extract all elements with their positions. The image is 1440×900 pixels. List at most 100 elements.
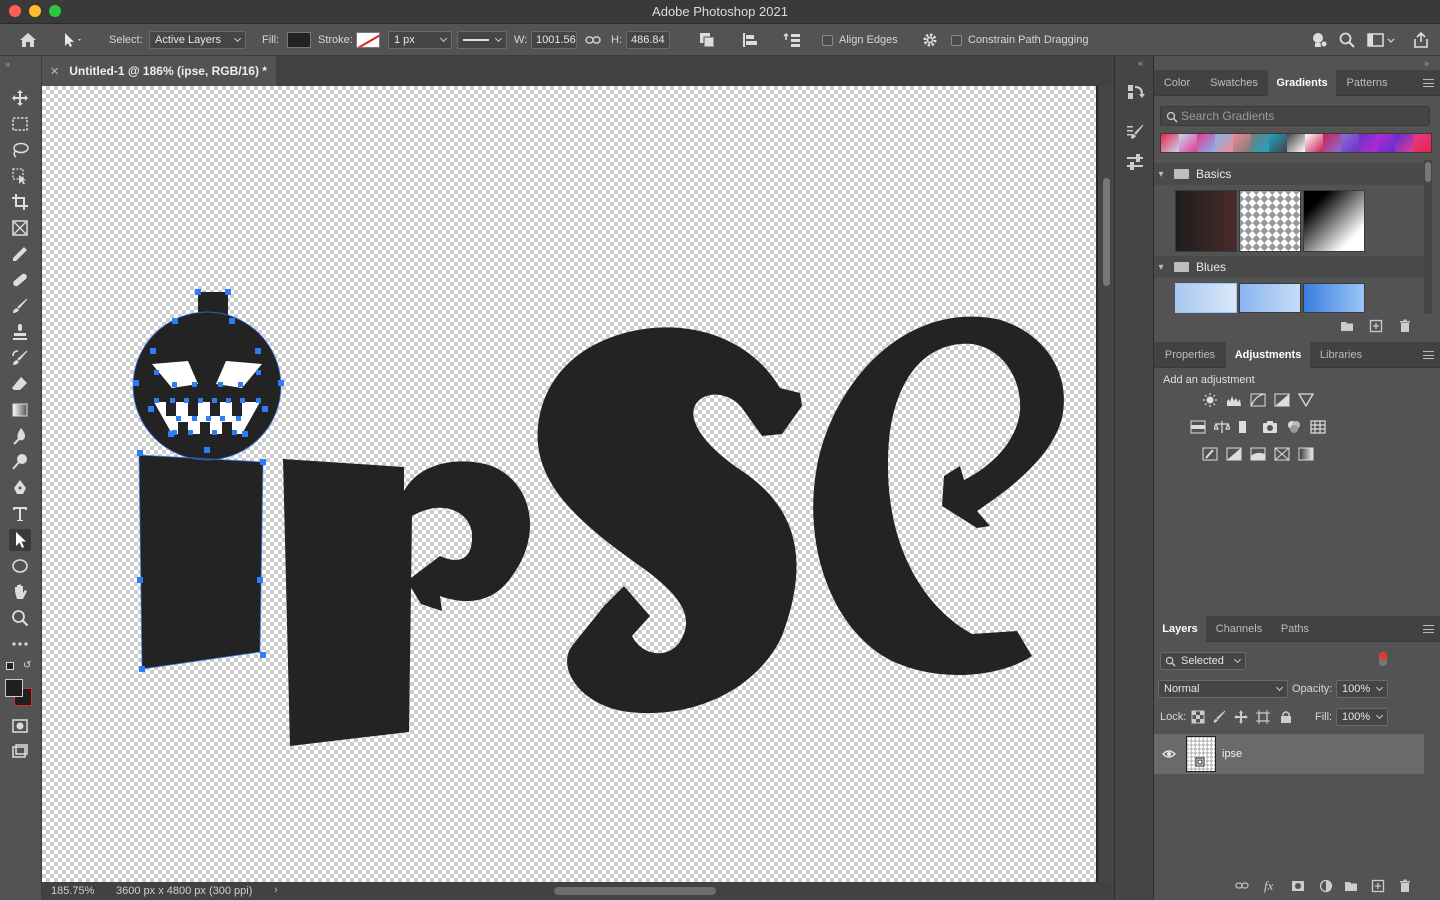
posterize-icon[interactable] — [1226, 447, 1242, 461]
constrain-path-checkbox-box[interactable] — [951, 34, 962, 46]
close-document-icon[interactable]: ✕ — [50, 65, 59, 78]
tab-layers[interactable]: Layers — [1154, 616, 1206, 642]
eyedropper-tool[interactable] — [9, 243, 31, 265]
tab-color[interactable]: Color — [1154, 70, 1200, 96]
path-alignment-button[interactable] — [741, 24, 759, 56]
fill-opacity-field[interactable]: 100% — [1336, 708, 1388, 726]
new-group-folder-icon[interactable] — [1340, 319, 1354, 333]
align-edges-checkbox[interactable]: Align Edges — [822, 24, 898, 56]
gradient-group-basics[interactable]: ▾ Basics — [1154, 163, 1424, 185]
blur-tool[interactable] — [9, 425, 31, 447]
black-white-icon[interactable] — [1238, 420, 1254, 434]
move-tool[interactable] — [9, 87, 31, 109]
path-arrangement-button[interactable] — [783, 24, 803, 56]
ellipse-tool[interactable] — [9, 555, 31, 577]
filter-toggle-switch[interactable] — [1379, 652, 1387, 666]
lock-image-pixels-icon[interactable] — [1213, 710, 1227, 724]
object-selection-tool[interactable] — [9, 165, 31, 187]
document-canvas[interactable]: ipse — [42, 86, 1096, 882]
gradient-swatch[interactable] — [1175, 190, 1237, 252]
share-button[interactable] — [1412, 24, 1430, 56]
tab-swatches[interactable]: Swatches — [1200, 70, 1268, 96]
learn-button[interactable] — [1310, 24, 1328, 56]
preset-gradient[interactable] — [1179, 134, 1197, 152]
document-tab[interactable]: ✕ Untitled-1 @ 186% (ipse, RGB/16) * — [42, 56, 276, 86]
ipse-artwork[interactable]: ipse — [42, 86, 1096, 882]
new-adjustment-layer-icon[interactable] — [1319, 879, 1333, 893]
link-dimensions-button[interactable] — [585, 24, 601, 56]
zoom-level[interactable]: 185.75% — [51, 885, 94, 897]
delete-layer-icon[interactable] — [1398, 879, 1412, 893]
threshold-icon[interactable] — [1250, 447, 1266, 461]
tab-adjustments[interactable]: Adjustments — [1226, 342, 1310, 368]
eye-icon[interactable] — [1162, 748, 1176, 760]
preset-gradient[interactable] — [1395, 134, 1413, 152]
new-group-icon[interactable] — [1344, 879, 1358, 893]
lock-position-icon[interactable] — [1234, 710, 1248, 724]
clone-stamp-tool[interactable] — [9, 321, 31, 343]
new-gradient-icon[interactable] — [1369, 319, 1383, 333]
marquee-tool[interactable] — [9, 113, 31, 135]
tab-patterns[interactable]: Patterns — [1336, 70, 1398, 96]
gradient-tool[interactable] — [9, 399, 31, 421]
trash-icon[interactable] — [1398, 319, 1412, 333]
vibrance-icon[interactable] — [1298, 393, 1314, 407]
preset-gradient[interactable] — [1233, 134, 1251, 152]
zoom-tool[interactable] — [9, 607, 31, 629]
levels-icon[interactable] — [1226, 393, 1242, 407]
tab-paths[interactable]: Paths — [1272, 616, 1318, 642]
height-field[interactable]: 486.84 — [626, 31, 670, 49]
workspace-switcher[interactable] — [1367, 24, 1397, 56]
preset-gradient[interactable] — [1215, 134, 1233, 152]
direct-selection-tool[interactable] — [9, 529, 31, 551]
new-layer-icon[interactable] — [1371, 879, 1385, 893]
default-colors-icon[interactable] — [6, 662, 14, 670]
layer-thumbnail[interactable] — [1186, 736, 1216, 772]
stroke-width-dropdown[interactable]: 1 px — [388, 31, 452, 49]
home-button[interactable] — [18, 24, 38, 56]
exposure-icon[interactable] — [1274, 393, 1290, 407]
layers-panel-menu-icon[interactable] — [1423, 625, 1434, 633]
gradient-group-blues[interactable]: ▾ Blues — [1154, 256, 1424, 278]
photo-filter-icon[interactable] — [1262, 420, 1278, 434]
healing-brush-tool[interactable] — [9, 269, 31, 291]
recent-gradients-strip[interactable] — [1160, 133, 1432, 153]
gradients-scroll-thumb[interactable] — [1425, 162, 1431, 182]
preset-gradient[interactable] — [1161, 134, 1179, 152]
tab-channels[interactable]: Channels — [1206, 616, 1272, 642]
gradients-panel-menu-icon[interactable] — [1423, 79, 1434, 87]
width-field[interactable]: 1001.56 — [531, 31, 577, 49]
constrain-path-checkbox[interactable]: Constrain Path Dragging — [951, 24, 1088, 56]
fx-icon[interactable]: fx — [1264, 878, 1273, 894]
eraser-tool[interactable] — [9, 373, 31, 395]
brightness-contrast-icon[interactable] — [1202, 393, 1218, 407]
pen-tool[interactable] — [9, 477, 31, 499]
hue-saturation-icon[interactable] — [1190, 420, 1206, 434]
adjustment-sliders-icon[interactable] — [1125, 152, 1145, 172]
gradient-swatch[interactable] — [1303, 283, 1365, 313]
preset-gradient[interactable] — [1305, 134, 1323, 152]
blend-mode-dropdown[interactable]: Normal — [1158, 680, 1288, 698]
select-dropdown[interactable]: Active Layers — [149, 31, 246, 49]
collapse-right-icon[interactable]: » — [1424, 58, 1429, 68]
search-button[interactable] — [1338, 24, 1356, 56]
lock-all-icon[interactable] — [1279, 710, 1293, 724]
preset-gradient[interactable] — [1359, 134, 1377, 152]
history-brush-tool[interactable] — [9, 347, 31, 369]
selective-color-icon[interactable] — [1274, 447, 1290, 461]
channel-mixer-icon[interactable] — [1286, 420, 1302, 434]
preset-gradient[interactable] — [1269, 134, 1287, 152]
color-lookup-icon[interactable] — [1310, 420, 1326, 434]
crop-tool[interactable] — [9, 191, 31, 213]
link-layers-icon[interactable] — [1235, 879, 1249, 893]
gradient-map-icon[interactable] — [1298, 447, 1314, 461]
frame-tool[interactable] — [9, 217, 31, 239]
swap-colors-icon[interactable]: ↺ — [23, 660, 31, 671]
type-tool[interactable] — [9, 503, 31, 525]
layer-name[interactable]: ipse — [1222, 748, 1242, 760]
vertical-scrollbar[interactable] — [1098, 86, 1114, 882]
search-gradients-input[interactable]: Search Gradients — [1160, 106, 1430, 126]
gradient-swatch[interactable] — [1239, 190, 1301, 252]
collapse-dock-icon[interactable]: « — [1138, 58, 1143, 68]
tab-properties[interactable]: Properties — [1154, 342, 1226, 368]
